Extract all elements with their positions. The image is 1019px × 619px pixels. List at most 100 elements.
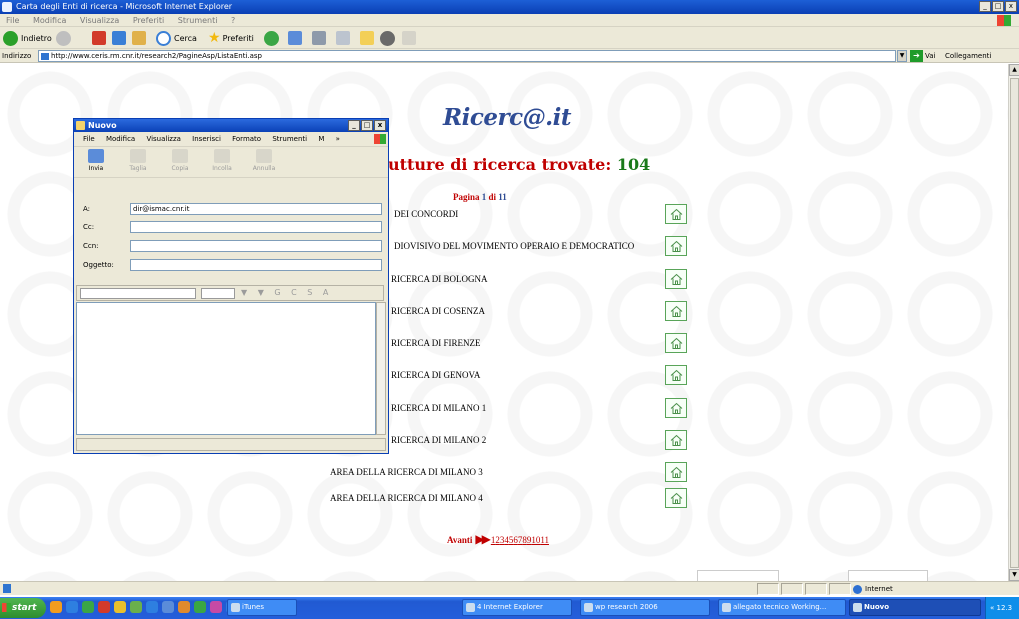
- home-button[interactable]: [132, 30, 146, 46]
- entity-home-button[interactable]: [665, 365, 687, 385]
- extra-button[interactable]: [402, 30, 416, 46]
- menu-messaggio[interactable]: M: [318, 135, 324, 143]
- favorites-button[interactable]: ★ Preferiti: [208, 30, 254, 46]
- taskbar-item-allegato-tecnico[interactable]: allegato tecnico Working...: [718, 599, 846, 616]
- print-button[interactable]: [312, 30, 326, 46]
- page-link[interactable]: 10: [531, 535, 540, 545]
- entity-name[interactable]: RICERCA DI BOLOGNA: [391, 274, 488, 284]
- refresh-button[interactable]: [112, 30, 126, 46]
- subject-field[interactable]: [130, 259, 382, 271]
- quicklaunch-icon[interactable]: [162, 601, 174, 613]
- quicklaunch-icon[interactable]: [178, 601, 190, 613]
- copy-button[interactable]: Copia: [160, 149, 200, 172]
- close-button[interactable]: x: [374, 120, 386, 131]
- quicklaunch-icon[interactable]: [50, 601, 62, 613]
- system-tray-clock[interactable]: « 12.3: [985, 597, 1019, 619]
- scroll-thumb[interactable]: [1010, 78, 1019, 568]
- cc-field[interactable]: [130, 221, 382, 233]
- menu-help[interactable]: ?: [231, 16, 235, 25]
- menu-modifica[interactable]: Modifica: [33, 16, 66, 25]
- close-button[interactable]: x: [1005, 1, 1017, 12]
- back-button[interactable]: Indietro: [3, 30, 52, 46]
- font-size-dropdown[interactable]: [201, 288, 235, 299]
- folder-button[interactable]: [360, 30, 374, 46]
- taskbar-item-nuovo[interactable]: Nuovo: [849, 599, 981, 616]
- taskbar-item-itunes[interactable]: iTunes: [227, 599, 297, 616]
- entity-home-button[interactable]: [665, 333, 687, 353]
- scroll-down-icon[interactable]: ▼: [1009, 569, 1019, 581]
- history-button[interactable]: [264, 30, 279, 46]
- entity-name[interactable]: RICERCA DI MILANO 1: [391, 403, 486, 413]
- quicklaunch-icon[interactable]: [146, 601, 158, 613]
- quicklaunch-icon[interactable]: [114, 601, 126, 613]
- menu-visualizza[interactable]: Visualizza: [80, 16, 119, 25]
- page-link[interactable]: 11: [540, 535, 549, 545]
- vertical-scrollbar[interactable]: ▲ ▼: [1008, 64, 1019, 581]
- forward-button[interactable]: [56, 30, 71, 46]
- entity-name[interactable]: DIOVISIVO DEL MOVIMENTO OPERAIO E DEMOCR…: [394, 241, 634, 251]
- to-field[interactable]: dir@ismac.cnr.it: [130, 203, 382, 215]
- bcc-field[interactable]: [130, 240, 382, 252]
- to-label[interactable]: A:: [83, 202, 90, 216]
- menu-visualizza[interactable]: Visualizza: [146, 135, 180, 143]
- stop-button[interactable]: [92, 30, 106, 46]
- menu-inserisci[interactable]: Inserisci: [192, 135, 221, 143]
- edit-button[interactable]: [336, 30, 350, 46]
- entity-name[interactable]: DEI CONCORDI: [394, 209, 458, 219]
- footer-logo-left[interactable]: [697, 570, 779, 581]
- quicklaunch-icon[interactable]: [130, 601, 142, 613]
- entity-home-button[interactable]: [665, 204, 687, 224]
- cc-label[interactable]: Cc:: [83, 220, 94, 234]
- font-dropdown[interactable]: [80, 288, 196, 299]
- search-button[interactable]: Cerca: [156, 30, 197, 46]
- paste-button[interactable]: Incolla: [202, 149, 242, 172]
- entity-name[interactable]: AREA DELLA RICERCA DI MILANO 4: [330, 493, 483, 503]
- message-body-editor[interactable]: [76, 302, 376, 435]
- links-button[interactable]: Collegamenti: [945, 49, 991, 63]
- start-button[interactable]: start: [0, 598, 46, 618]
- quicklaunch-icon[interactable]: [98, 601, 110, 613]
- entity-home-button[interactable]: [665, 398, 687, 418]
- entity-home-button[interactable]: [665, 488, 687, 508]
- menu-modifica[interactable]: Modifica: [106, 135, 135, 143]
- minimize-button[interactable]: _: [979, 1, 991, 12]
- maximize-button[interactable]: □: [361, 120, 373, 131]
- next-page-link[interactable]: Avanti: [447, 535, 472, 545]
- quicklaunch-icon[interactable]: [66, 601, 78, 613]
- entity-name[interactable]: RICERCA DI MILANO 2: [391, 435, 486, 445]
- entity-name[interactable]: AREA DELLA RICERCA DI MILANO 3: [330, 467, 483, 477]
- menu-formato[interactable]: Formato: [232, 135, 261, 143]
- menu-preferiti[interactable]: Preferiti: [133, 16, 164, 25]
- mail-button[interactable]: [288, 30, 302, 46]
- taskbar-item-wp-research[interactable]: wp research 2006: [580, 599, 710, 616]
- entity-home-button[interactable]: [665, 236, 687, 256]
- entity-home-button[interactable]: [665, 269, 687, 289]
- taskbar-item-internet-explorer[interactable]: 4 Internet Explorer: [462, 599, 572, 616]
- undo-button[interactable]: Annulla: [244, 149, 284, 172]
- entity-name[interactable]: RICERCA DI COSENZA: [391, 306, 485, 316]
- menu-strumenti[interactable]: Strumenti: [178, 16, 218, 25]
- maximize-button[interactable]: □: [992, 1, 1004, 12]
- bcc-label[interactable]: Ccn:: [83, 239, 99, 253]
- send-button[interactable]: Invia: [76, 149, 116, 172]
- cut-button[interactable]: Taglia: [118, 149, 158, 172]
- menu-strumenti[interactable]: Strumenti: [272, 135, 307, 143]
- entity-name[interactable]: RICERCA DI FIRENZE: [391, 338, 481, 348]
- address-input[interactable]: http://www.ceris.rm.cnr.it/research2/Pag…: [38, 50, 896, 62]
- menu-file[interactable]: File: [6, 16, 19, 25]
- address-dropdown-button[interactable]: ▼: [897, 50, 907, 62]
- entity-home-button[interactable]: [665, 430, 687, 450]
- entity-name[interactable]: RICERCA DI GENOVA: [391, 370, 480, 380]
- quicklaunch-icon[interactable]: [194, 601, 206, 613]
- entity-home-button[interactable]: [665, 301, 687, 321]
- go-button[interactable]: ➔ Vai: [910, 50, 935, 62]
- quicklaunch-icon[interactable]: [82, 601, 94, 613]
- entity-home-button[interactable]: [665, 462, 687, 482]
- next-arrows-icon[interactable]: ▶▶: [475, 532, 491, 547]
- minimize-button[interactable]: _: [348, 120, 360, 131]
- quicklaunch-icon[interactable]: [210, 601, 222, 613]
- footer-logo-right[interactable]: [848, 570, 928, 581]
- menu-overflow[interactable]: »: [336, 135, 340, 143]
- scroll-up-icon[interactable]: ▲: [1009, 64, 1019, 76]
- formatting-buttons[interactable]: ▼ ▼ G C S A: [241, 288, 332, 297]
